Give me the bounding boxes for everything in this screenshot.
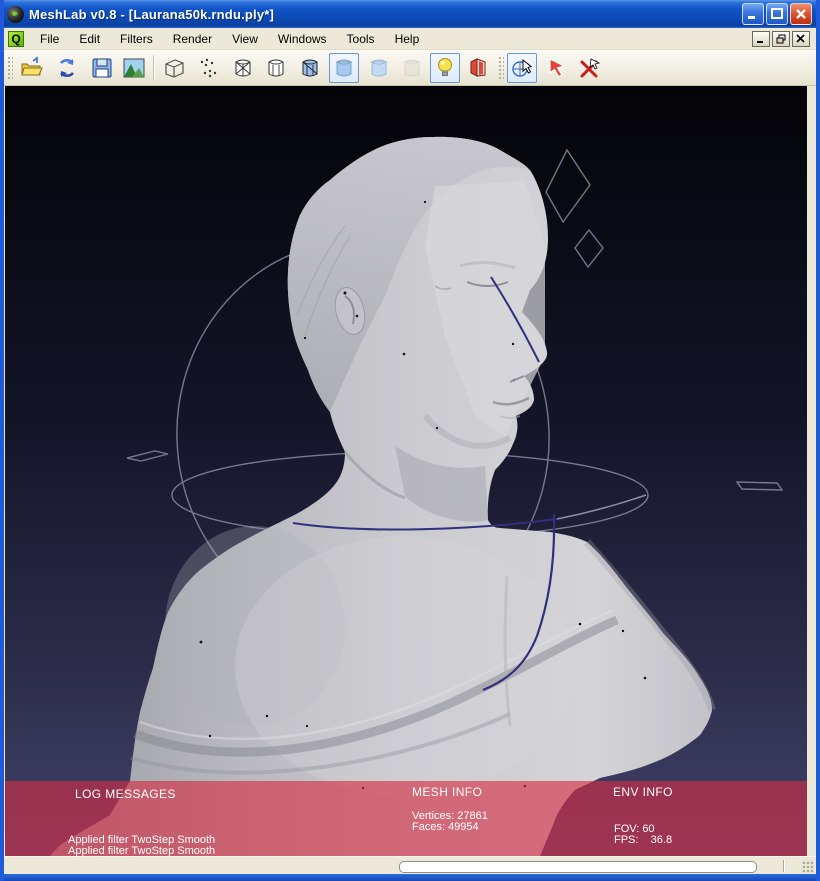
hud-overlay: LOG MESSAGES Applied filter TwoStep Smoo… — [5, 781, 807, 856]
pick-point-button[interactable] — [543, 53, 573, 83]
menu-view[interactable]: View — [222, 29, 268, 49]
reload-icon — [55, 56, 79, 80]
open-folder-icon — [19, 56, 43, 80]
menu-render[interactable]: Render — [163, 29, 222, 49]
wireframe-cylinder-icon — [231, 56, 255, 80]
statusbar-separator — [783, 860, 784, 872]
toolbar-separator — [153, 55, 155, 81]
save-floppy-icon — [90, 56, 114, 80]
close-icon — [795, 8, 807, 20]
menu-filters[interactable]: Filters — [110, 29, 163, 49]
double-side-lighting-button[interactable] — [463, 53, 493, 83]
trackball-cursor-icon — [510, 56, 534, 80]
meshlab-window: MeshLab v0.8 - [Laurana50k.rndu.ply*] Q … — [0, 0, 820, 881]
hidden-lines-button[interactable] — [261, 53, 291, 83]
env-fps: FPS: 36.8 — [614, 835, 672, 846]
menu-tools[interactable]: Tools — [337, 29, 385, 49]
mdi-restore-button[interactable] — [772, 31, 790, 47]
bbox-button[interactable] — [159, 53, 189, 83]
progress-bar — [399, 861, 757, 873]
red-arrow-cursor-icon — [546, 56, 570, 80]
menu-edit[interactable]: Edit — [69, 29, 110, 49]
title-bar[interactable]: MeshLab v0.8 - [Laurana50k.rndu.ply*] — [0, 0, 820, 28]
status-bar — [4, 856, 816, 874]
maximize-icon — [771, 8, 783, 20]
env-info-heading: ENV INFO — [613, 785, 673, 799]
resize-grip[interactable] — [801, 860, 814, 873]
snapshot-icon — [122, 56, 146, 80]
mesh-info-heading: MESH INFO — [412, 785, 482, 799]
window-title: MeshLab v0.8 - [Laurana50k.rndu.ply*] — [29, 7, 274, 22]
wireframe-button[interactable] — [228, 53, 258, 83]
mdi-minimize-button[interactable] — [752, 31, 770, 47]
texture-button — [397, 53, 427, 83]
snapshot-button[interactable] — [119, 53, 149, 83]
flat-shading-button[interactable] — [329, 53, 359, 83]
delete-x-icon — [578, 56, 602, 80]
points-icon — [197, 56, 221, 80]
reload-button[interactable] — [52, 53, 82, 83]
toolbar-grip[interactable] — [7, 56, 13, 80]
log-heading: LOG MESSAGES — [75, 787, 176, 801]
mdi-close-button[interactable] — [792, 31, 810, 47]
save-button[interactable] — [87, 53, 117, 83]
menu-help[interactable]: Help — [385, 29, 430, 49]
mdi-minimize-icon — [756, 34, 766, 44]
points-button[interactable] — [194, 53, 224, 83]
minimize-icon — [747, 8, 759, 20]
mdi-close-icon — [796, 34, 806, 44]
flat-cylinder-icon — [332, 56, 356, 80]
minimize-button[interactable] — [742, 3, 764, 25]
gl-viewport[interactable]: LOG MESSAGES Applied filter TwoStep Smoo… — [5, 86, 807, 856]
smooth-shading-button[interactable] — [364, 53, 394, 83]
smooth-cylinder-icon — [367, 56, 391, 80]
texture-cylinder-icon — [400, 56, 424, 80]
toolbar-grip[interactable] — [498, 56, 504, 80]
document-icon[interactable]: Q — [8, 31, 24, 47]
maximize-button[interactable] — [766, 3, 788, 25]
flat-lines-button[interactable] — [295, 53, 325, 83]
menu-bar: Q File Edit Filters Render View Windows … — [4, 28, 816, 50]
double-side-icon — [466, 56, 490, 80]
hidden-lines-cylinder-icon — [264, 56, 288, 80]
flat-lines-cylinder-icon — [298, 56, 322, 80]
close-button[interactable] — [790, 3, 812, 25]
light-button[interactable] — [430, 53, 460, 83]
mdi-restore-icon — [776, 34, 786, 44]
open-button[interactable] — [16, 53, 46, 83]
window-border — [0, 874, 820, 881]
bbox-cube-icon — [162, 56, 186, 80]
delete-mesh-button[interactable] — [575, 53, 605, 83]
show-trackball-button[interactable] — [507, 53, 537, 83]
mesh-faces: Faces: 49954 — [412, 822, 479, 833]
menu-windows[interactable]: Windows — [268, 29, 337, 49]
light-bulb-icon — [433, 56, 457, 80]
app-icon — [7, 6, 24, 23]
toolbar — [4, 50, 816, 86]
3d-scene[interactable] — [5, 86, 807, 856]
menu-file[interactable]: File — [30, 29, 69, 49]
